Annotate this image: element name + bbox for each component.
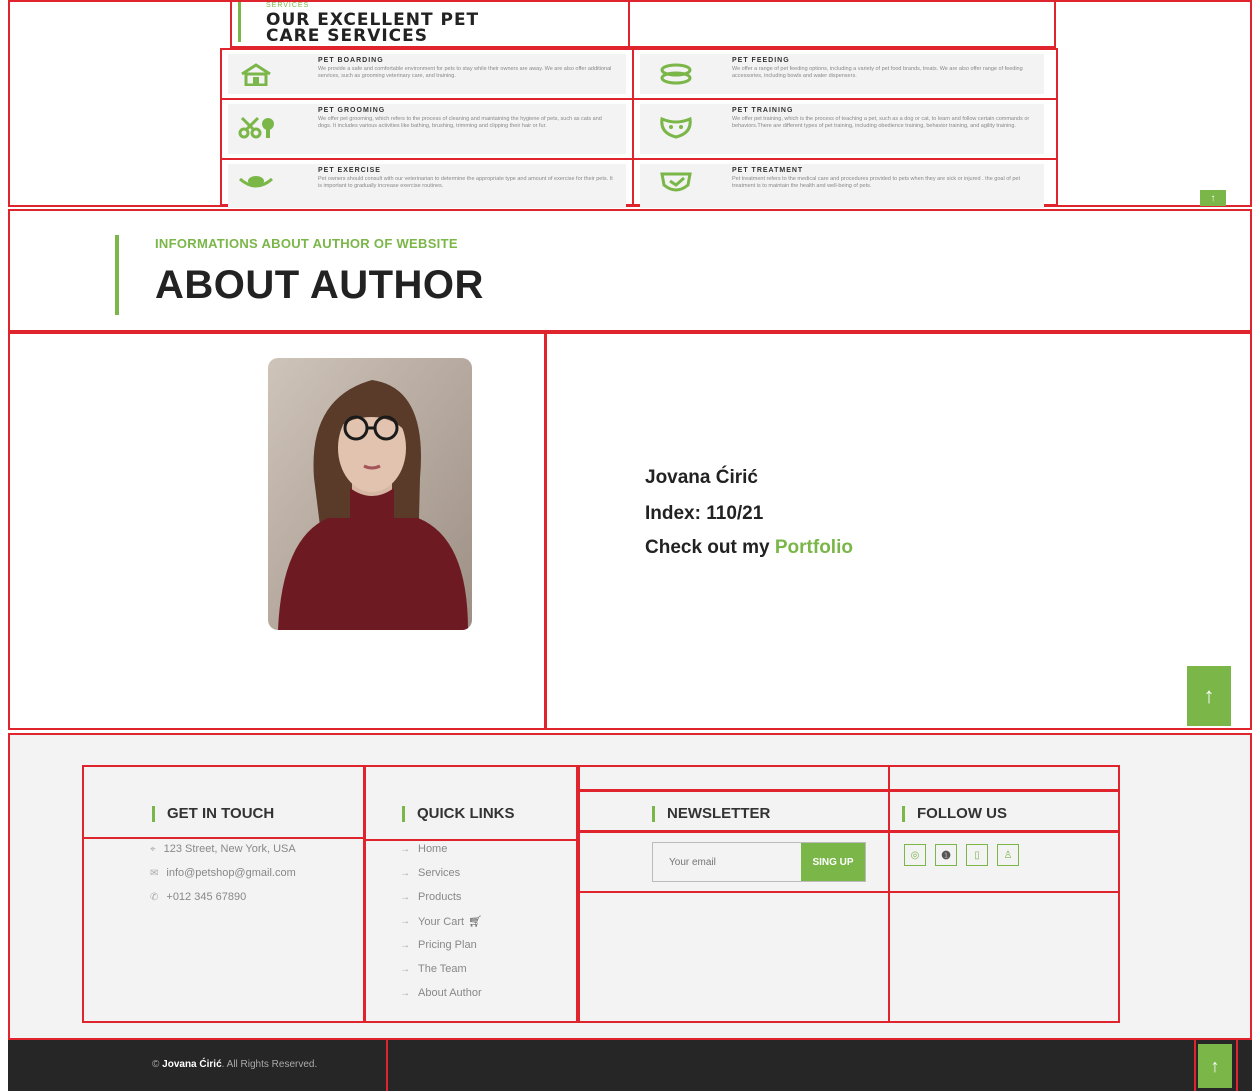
footer-newsletter-heading: NEWSLETTER <box>652 805 770 822</box>
food-icon <box>654 61 698 87</box>
author-photo <box>268 358 472 630</box>
newsletter-form: SING UP <box>652 842 866 882</box>
services-header-right <box>630 2 1056 48</box>
author-index: Index: 110/21 <box>645 503 764 524</box>
service-card: PET TREATMENT Pet treatment refers to th… <box>632 158 1058 208</box>
service-desc: We offer pet grooming, which refers to t… <box>318 116 602 129</box>
service-desc: We offer a range of pet feeding options,… <box>732 66 1023 79</box>
service-card: PET BOARDING We provide a safe and comfo… <box>220 48 634 100</box>
about-accent-bar <box>115 235 119 315</box>
footer-contact-heading-box: GET IN TOUCH <box>82 765 365 839</box>
services-section: SERVICES OUR EXCELLENT PET CARE SERVICES… <box>8 0 1252 208</box>
services-title-2: CARE SERVICES <box>266 26 429 46</box>
service-card: PET TRAINING We offer pet training, whic… <box>632 98 1058 160</box>
service-name: PET EXERCISE <box>318 167 381 174</box>
services-accent-bar <box>238 2 241 42</box>
mobile-icon[interactable]: ▯ <box>966 844 988 866</box>
footer-link-cart[interactable]: → Your Cart 🛒︎ <box>400 915 483 929</box>
contact-phone: ✆ +012 345 67890 <box>150 891 247 903</box>
cat-icon <box>654 114 698 140</box>
author-info-panel: Jovana Ćirić Index: 110/21 Check out my … <box>545 332 1252 730</box>
services-eyebrow: SERVICES <box>266 2 310 9</box>
back-to-top-button[interactable]: ↑ <box>1198 1044 1232 1088</box>
about-header-section: INFORMATIONS ABOUT AUTHOR OF WEBSITE ABO… <box>8 209 1252 332</box>
service-desc: We offer pet training, which is the proc… <box>732 116 1030 129</box>
footer-link-products[interactable]: → Products <box>400 891 461 903</box>
scissors-icon <box>234 114 278 140</box>
footer-link-team[interactable]: → The Team <box>400 963 467 975</box>
cart-icon: 🛒︎ <box>468 916 483 928</box>
service-name: PET BOARDING <box>318 57 384 64</box>
location-icon: ⌖ <box>150 843 156 855</box>
service-name: PET FEEDING <box>732 57 790 64</box>
portfolio-line: Check out my Portfolio <box>645 537 853 559</box>
copyright-text: © Jovana Ćirić. All Rights Reserved. <box>152 1059 318 1070</box>
contact-email: ✉ info@petshop@gmail.com <box>150 867 296 879</box>
service-card: PET FEEDING We offer a range of pet feed… <box>632 48 1058 100</box>
instagram-icon[interactable]: ◎ <box>904 844 926 866</box>
footer-social-heading: FOLLOW US <box>902 805 1007 822</box>
hands-icon <box>234 170 278 196</box>
footer-link-pricing[interactable]: → Pricing Plan <box>400 939 477 951</box>
author-name: Jovana Ćirić <box>645 467 758 488</box>
back-to-top-button[interactable]: ↑ <box>1187 666 1231 726</box>
service-card: PET GROOMING We offer pet grooming, whic… <box>220 98 634 160</box>
service-desc: We provide a safe and comfortable enviro… <box>318 66 612 79</box>
service-desc: Pet owners should consult with our veter… <box>318 176 613 189</box>
service-name: PET TREATMENT <box>732 167 804 174</box>
back-to-top-button[interactable]: ↑ <box>1200 190 1226 206</box>
footer-link-home[interactable]: → Home <box>400 843 447 855</box>
portfolio-link[interactable]: Portfolio <box>775 537 853 558</box>
footer-social-heading-box: FOLLOW US <box>888 790 1120 832</box>
contact-address: ⌖ 123 Street, New York, USA <box>150 843 296 855</box>
about-eyebrow: INFORMATIONS ABOUT AUTHOR OF WEBSITE <box>155 236 458 251</box>
footer: GET IN TOUCH ⌖ 123 Street, New York, USA … <box>8 733 1252 1040</box>
copyright-owner: Jovana Ćirić <box>162 1059 222 1070</box>
phone-icon: ✆ <box>150 891 159 903</box>
services-header: SERVICES OUR EXCELLENT PET CARE SERVICES <box>230 2 630 48</box>
service-name: PET GROOMING <box>318 107 386 114</box>
shield-icon <box>654 170 698 196</box>
portfolio-prefix: Check out my <box>645 537 770 558</box>
footer-newsletter-heading-box: NEWSLETTER <box>578 790 890 832</box>
about-title: ABOUT AUTHOR <box>155 263 484 307</box>
footer-links-heading: QUICK LINKS <box>402 805 515 822</box>
footer-link-about[interactable]: → About Author <box>400 987 482 999</box>
mail-icon: ✉ <box>150 867 159 879</box>
footer-contact-heading: GET IN TOUCH <box>152 805 274 822</box>
service-desc: Pet treatment refers to the medical care… <box>732 176 1020 189</box>
house-icon <box>234 61 278 87</box>
newsletter-signup-button[interactable]: SING UP <box>801 843 865 881</box>
author-photo-panel <box>8 332 546 730</box>
footer-link-services[interactable]: → Services <box>400 867 460 879</box>
user-icon[interactable]: ♙ <box>997 844 1019 866</box>
facebook-icon[interactable]: ❶ <box>935 844 957 866</box>
newsletter-email-input[interactable] <box>653 843 801 881</box>
service-name: PET TRAINING <box>732 107 794 114</box>
footer-links-heading-box: QUICK LINKS <box>364 765 578 841</box>
service-card: PET EXERCISE Pet owners should consult w… <box>220 158 634 208</box>
copyright-bar: © Jovana Ćirić. All Rights Reserved. ↑ <box>8 1040 1252 1091</box>
